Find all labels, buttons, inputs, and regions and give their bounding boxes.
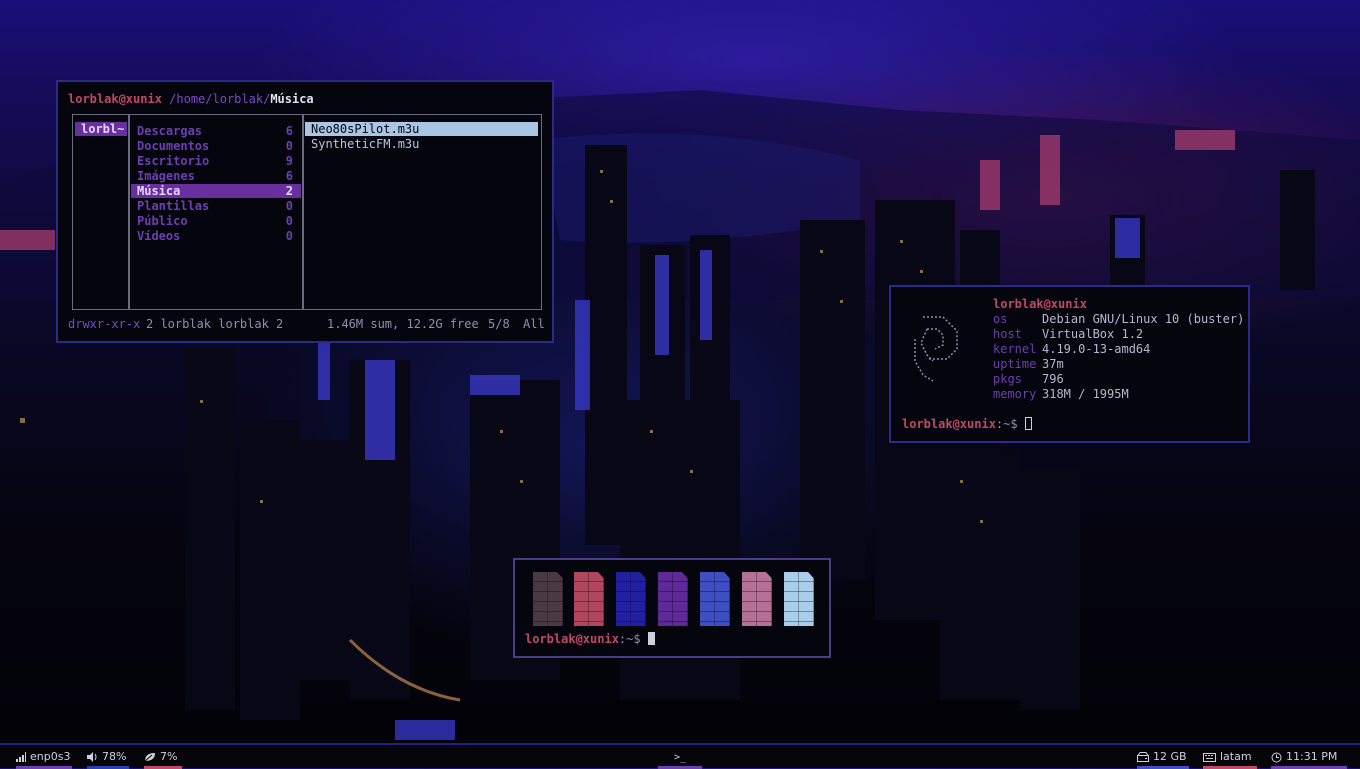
volume-label: 78% xyxy=(102,750,127,763)
fm-status-size: 1.46M sum, 12.2G free xyxy=(327,317,479,331)
fm-status-owner: 2 lorblak lorblak 2 xyxy=(146,317,284,331)
fm-folder-entry[interactable]: Plantillas 0 xyxy=(131,199,301,213)
clock-module[interactable]: 11:31 PM xyxy=(1271,749,1347,769)
nf-value-host: VirtualBox 1.2 xyxy=(1042,327,1144,341)
fm-folder-entry[interactable]: Escritorio 9 xyxy=(131,154,301,168)
fm-status-all: All xyxy=(523,317,545,331)
fm-status-position: 5/8 xyxy=(488,317,510,331)
nf-value-kernel: 4.19.0-13-amd64 xyxy=(1042,342,1151,356)
fm-preview-column: Neo80sPilot.m3u SyntheticFM.m3u xyxy=(302,114,542,310)
nf-value-memory: 318M / 1995M xyxy=(1042,387,1129,401)
neofetch-terminal[interactable]: lorblak@xunix os Debian GNU/Linux 10 (bu… xyxy=(889,285,1250,443)
fm-folder-entry[interactable]: Documentos 0 xyxy=(131,139,301,153)
color-swatch xyxy=(574,572,604,626)
nf-row-host: host xyxy=(993,327,1022,341)
network-label: enp0s3 xyxy=(30,750,71,763)
nf-value-os: Debian GNU/Linux 10 (buster) xyxy=(1042,312,1245,326)
fm-file-entry-selected[interactable]: Neo80sPilot.m3u xyxy=(305,122,538,136)
color-swatch xyxy=(784,572,814,626)
status-bar: enp0s3 78% 7% >_ 12 GB latam 11:31 PM xyxy=(0,743,1360,769)
color-swatch xyxy=(533,572,563,626)
fm-folder-entry[interactable]: Público 0 xyxy=(131,214,301,228)
workspace-indicator[interactable]: >_ xyxy=(658,749,702,769)
keyboard-icon xyxy=(1203,753,1216,762)
fm-status-perms: drwxr-xr-x xyxy=(68,317,141,331)
fm-parent-column: lorbl~ xyxy=(72,114,130,310)
fm-folder-entry[interactable]: Descargas 6 xyxy=(131,124,301,138)
nf-user-host: lorblak@xunix xyxy=(993,297,1087,311)
nf-row-memory: memory xyxy=(993,387,1037,401)
nf-row-os: os xyxy=(993,312,1008,326)
file-manager-window[interactable]: lorblak@xunix /home/lorblak/Música lorbl… xyxy=(56,80,554,343)
color-swatch xyxy=(742,572,772,626)
ct-prompt[interactable]: lorblak@xunix:~$ xyxy=(525,632,655,647)
clock-label: 11:31 PM xyxy=(1286,750,1338,763)
speaker-icon xyxy=(87,752,97,762)
debian-logo-icon xyxy=(914,316,958,382)
fm-current-column: Descargas 6 Documentos 0 Escritorio 9 Imáge… xyxy=(128,114,304,310)
fm-folder-entry[interactable]: Imágenes 6 xyxy=(131,169,301,183)
fm-file-entry[interactable]: SyntheticFM.m3u xyxy=(305,137,538,151)
cpu-module[interactable]: 7% xyxy=(144,749,182,769)
nf-value-uptime: 37m xyxy=(1042,357,1064,371)
fm-folder-entry[interactable]: Vídeos 0 xyxy=(131,229,301,243)
disk-module[interactable]: 12 GB xyxy=(1137,749,1189,769)
network-module[interactable]: enp0s3 xyxy=(16,749,72,769)
fm-title-path: lorblak@xunix /home/lorblak/Música xyxy=(68,92,314,106)
nf-row-kernel: kernel xyxy=(993,342,1037,356)
cursor xyxy=(1024,417,1032,430)
disk-label: 12 GB xyxy=(1153,750,1187,763)
nf-prompt[interactable]: lorblak@xunix:~$ xyxy=(902,417,1032,432)
keyboard-label: latam xyxy=(1220,750,1252,763)
hard-drive-icon xyxy=(1137,752,1149,762)
nf-row-pkgs: pkgs xyxy=(993,372,1022,386)
fm-parent-entry[interactable]: lorbl~ xyxy=(75,122,127,136)
color-swatch xyxy=(616,572,646,626)
terminal-icon: >_ xyxy=(673,752,687,763)
signal-bars-icon xyxy=(16,752,26,762)
cpu-label: 7% xyxy=(160,750,178,763)
color-test-terminal[interactable]: lorblak@xunix:~$ xyxy=(513,558,831,658)
color-swatch xyxy=(700,572,730,626)
volume-module[interactable]: 78% xyxy=(87,749,129,769)
keyboard-module[interactable]: latam xyxy=(1203,749,1257,769)
nf-row-uptime: uptime xyxy=(993,357,1037,371)
clock-icon xyxy=(1271,752,1282,762)
cursor xyxy=(647,632,655,645)
color-swatch xyxy=(658,572,688,626)
nf-value-pkgs: 796 xyxy=(1042,372,1064,386)
fm-folder-entry-selected[interactable]: Música 2 xyxy=(131,184,301,198)
leaf-icon xyxy=(144,753,155,762)
